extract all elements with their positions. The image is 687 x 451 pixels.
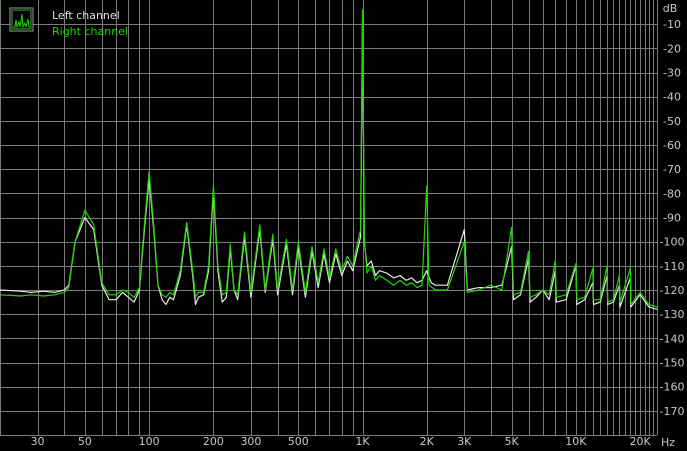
x-tick-label: 5K [505, 435, 520, 448]
y-axis-label: dB [663, 2, 678, 15]
legend-entry-left: Left channel [52, 9, 120, 22]
y-tick-label: -10 [663, 18, 681, 31]
x-axis-label: Hz [661, 436, 675, 449]
y-tick-label: -120 [660, 284, 685, 297]
spectrum-icon [9, 7, 34, 32]
y-axis-ticks: -10 -20 -30 -40 -50 -60 -70 -80 -90 -100 -110 -120 -… [660, 18, 685, 418]
x-tick-label: 100 [139, 435, 160, 448]
y-tick-label: -30 [663, 67, 681, 80]
x-tick-label: 3K [457, 435, 472, 448]
x-tick-label: 200 [203, 435, 224, 448]
x-tick-label: 30 [31, 435, 45, 448]
y-tick-label: -70 [663, 163, 681, 176]
x-tick-label: 2K [420, 435, 435, 448]
y-tick-label: -170 [660, 405, 685, 418]
spectrum-plot: 30 50 100 200 300 500 1K 2K 3K 5K 10K 20K -10 -20 -30… [0, 0, 687, 451]
x-tick-label: 500 [288, 435, 309, 448]
x-tick-label: 10K [565, 435, 587, 448]
x-tick-label: 1K [355, 435, 370, 448]
x-tick-label: 50 [78, 435, 92, 448]
y-tick-label: -160 [660, 381, 685, 394]
legend-entry-right: Right channel [52, 25, 128, 38]
y-tick-label: -80 [663, 187, 681, 200]
spectrum-chart: 30 50 100 200 300 500 1K 2K 3K 5K 10K 20K -10 -20 -30… [0, 0, 687, 451]
plot-background [0, 0, 687, 451]
y-tick-label: -50 [663, 115, 681, 128]
y-tick-label: -130 [660, 308, 685, 321]
y-tick-label: -90 [663, 212, 681, 225]
y-tick-label: -40 [663, 91, 681, 104]
x-tick-label: 300 [240, 435, 261, 448]
y-tick-label: -140 [660, 332, 685, 345]
x-tick-label: 20K [629, 435, 651, 448]
y-tick-label: -100 [660, 236, 685, 249]
y-tick-label: -20 [663, 42, 681, 55]
y-tick-label: -110 [660, 260, 685, 273]
y-tick-label: -60 [663, 139, 681, 152]
y-tick-label: -150 [660, 357, 685, 370]
